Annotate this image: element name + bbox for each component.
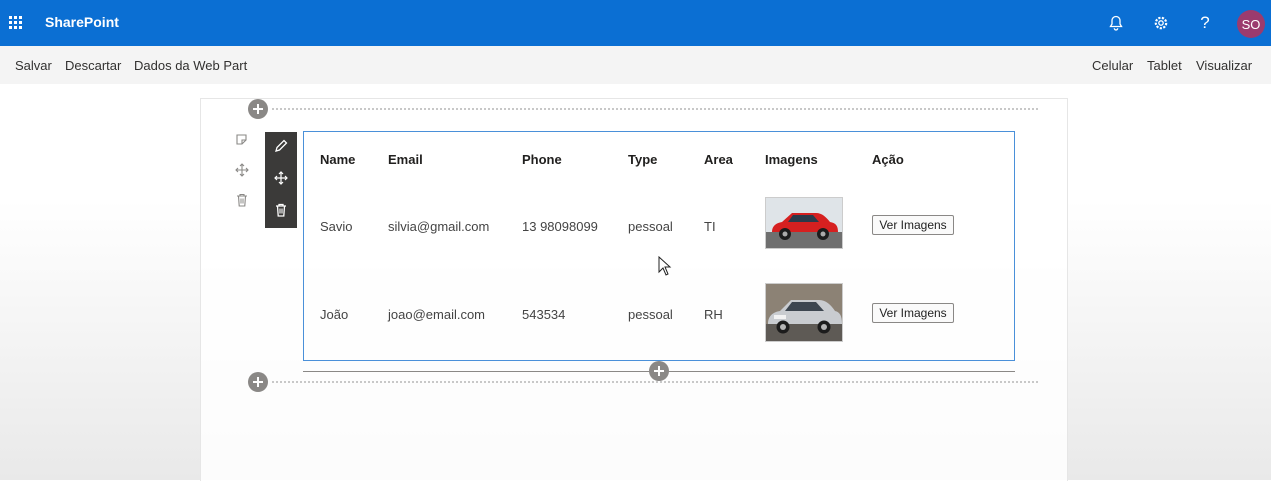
mouse-cursor-icon — [658, 256, 672, 276]
delete-icon[interactable] — [273, 202, 289, 218]
column-header-name: Name — [320, 152, 356, 167]
suite-bar: SharePoint ? SO — [0, 0, 1271, 46]
waffle-icon[interactable] — [9, 16, 23, 30]
move-icon[interactable] — [273, 170, 289, 186]
save-button[interactable]: Salvar — [15, 58, 52, 73]
help-icon[interactable]: ? — [1193, 11, 1217, 35]
column-header-phone: Phone — [522, 152, 562, 167]
mobile-preview-button[interactable]: Celular — [1092, 58, 1133, 73]
add-section-icon[interactable] — [248, 372, 268, 392]
add-section-icon[interactable] — [248, 99, 268, 119]
webpart-toolbar — [265, 132, 297, 228]
view-images-button[interactable]: Ver Imagens — [872, 215, 954, 235]
column-header-imagens: Imagens — [765, 152, 818, 167]
view-images-button[interactable]: Ver Imagens — [872, 303, 954, 323]
settings-icon[interactable] — [1149, 11, 1173, 35]
command-bar: Salvar Descartar Dados da Web Part Celul… — [0, 46, 1271, 84]
move-section-icon[interactable] — [235, 163, 249, 177]
cell-phone: 13 98098099 — [522, 219, 598, 234]
column-header-acao: Ação — [872, 152, 904, 167]
cell-email: silvia@gmail.com — [388, 219, 490, 234]
discard-button[interactable]: Descartar — [65, 58, 121, 73]
cell-type: pessoal — [628, 307, 673, 322]
tablet-preview-button[interactable]: Tablet — [1147, 58, 1182, 73]
cell-area: TI — [704, 219, 716, 234]
webpart-data-button[interactable]: Dados da Web Part — [134, 58, 247, 73]
cell-name: Savio — [320, 219, 353, 234]
silver-car-photo — [765, 283, 843, 342]
section-divider — [272, 108, 1038, 110]
cell-name: João — [320, 307, 349, 322]
delete-section-icon[interactable] — [235, 193, 249, 207]
red-car-photo — [765, 197, 843, 249]
bell-icon[interactable] — [1104, 11, 1128, 35]
cell-type: pessoal — [628, 219, 673, 234]
edit-icon[interactable] — [273, 138, 289, 154]
edit-section-icon[interactable] — [235, 133, 249, 147]
cell-phone: 543534 — [522, 307, 566, 322]
column-header-email: Email — [388, 152, 423, 167]
cell-area: RH — [704, 307, 723, 322]
cell-email: joao@email.com — [388, 307, 486, 322]
section-divider — [272, 381, 1038, 383]
column-header-area: Area — [704, 152, 733, 167]
column-header-type: Type — [628, 152, 658, 167]
add-webpart-icon[interactable] — [649, 361, 669, 381]
brand-name[interactable]: SharePoint — [45, 14, 119, 30]
avatar[interactable]: SO — [1237, 10, 1265, 38]
preview-button[interactable]: Visualizar — [1196, 58, 1252, 73]
